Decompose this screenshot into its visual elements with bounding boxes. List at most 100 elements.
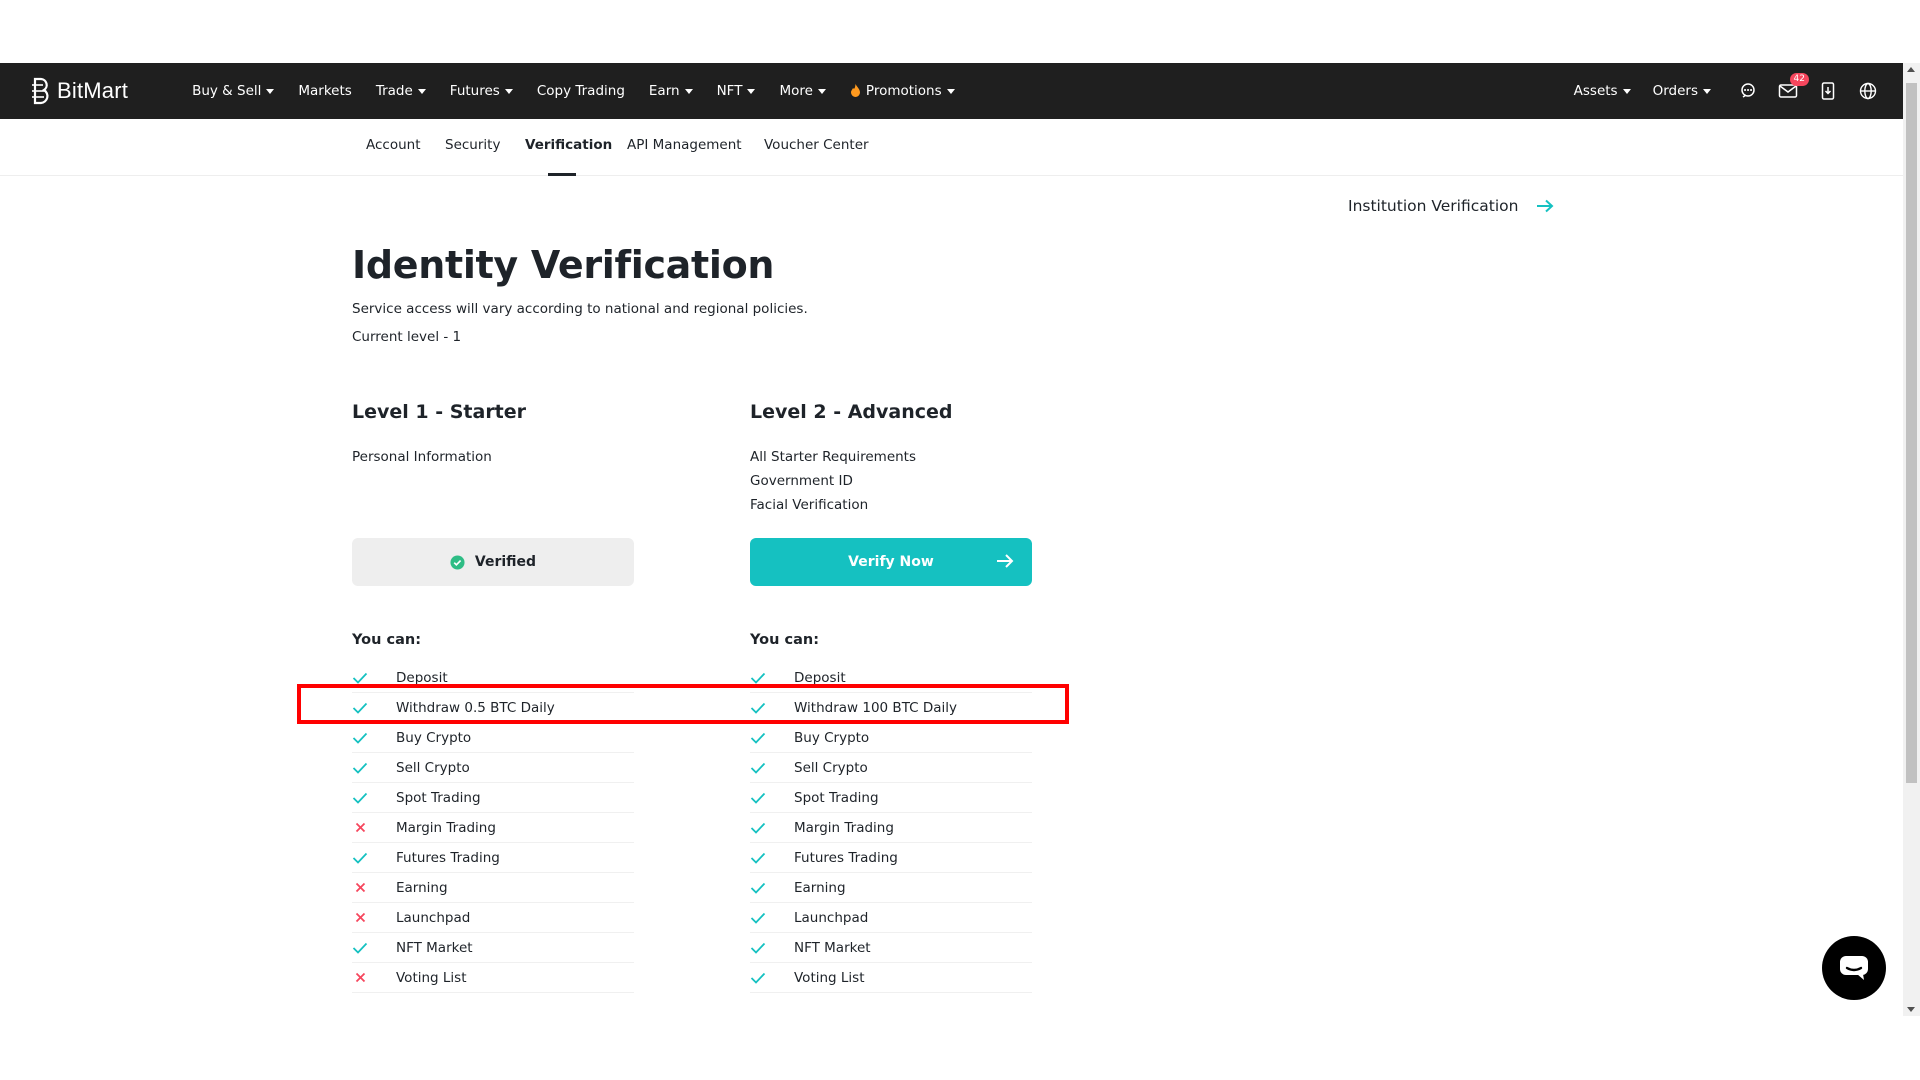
tab-security[interactable]: Security (445, 137, 500, 153)
browser-top-area (0, 0, 1920, 63)
scroll-down-icon[interactable] (1907, 1007, 1915, 1012)
current-level: Current level - 1 (352, 329, 462, 345)
check-circle-icon (450, 554, 465, 570)
navbar-right: Assets Orders 42 (1574, 63, 1879, 119)
chat-icon (1840, 956, 1868, 980)
feature-label: NFT Market (396, 939, 473, 956)
requirement-item: Facial Verification (750, 497, 869, 513)
nav-label: More (779, 83, 813, 99)
chevron-down-icon (504, 89, 513, 94)
main-nav: Buy & Sell Markets Trade Futures Copy Tr… (192, 83, 979, 99)
browser-bottom-area (0, 1016, 1920, 1080)
feature-row: Earning (750, 873, 1032, 903)
feature-row: Spot Trading (750, 783, 1032, 813)
support-icon[interactable] (1737, 80, 1759, 102)
nav-more[interactable]: More (779, 83, 826, 99)
chat-support-button[interactable] (1822, 936, 1886, 1000)
check-icon (750, 820, 766, 836)
level-title: Level 2 - Advanced (750, 401, 953, 423)
feature-label: Futures Trading (396, 849, 500, 866)
feature-label: Margin Trading (794, 819, 894, 836)
messages-badge: 42 (1789, 73, 1809, 86)
scroll-thumb[interactable] (1906, 83, 1917, 783)
nav-label: Copy Trading (536, 83, 625, 99)
nav-label: Orders (1652, 83, 1698, 99)
feature-label: Buy Crypto (396, 729, 472, 746)
feature-row: Buy Crypto (750, 723, 1032, 753)
you-can-heading: You can: (352, 632, 422, 648)
cross-icon (352, 880, 368, 896)
page-scrollbar[interactable] (1903, 63, 1920, 1016)
download-app-icon[interactable] (1817, 80, 1839, 102)
globe-icon[interactable] (1857, 80, 1879, 102)
tab-voucher-center[interactable]: Voucher Center (764, 137, 869, 153)
nav-assets[interactable]: Assets (1574, 83, 1631, 99)
tab-account[interactable]: Account (366, 137, 421, 153)
chevron-down-icon (1703, 89, 1711, 94)
institution-verification-link[interactable]: Institution Verification (1348, 197, 1554, 215)
check-icon (750, 850, 766, 866)
feature-label: NFT Market (794, 939, 871, 956)
feature-label: Earning (794, 879, 846, 896)
chevron-down-icon (684, 89, 693, 94)
nav-earn[interactable]: Earn (649, 83, 693, 99)
nav-label: NFT (716, 83, 743, 99)
nav-promotions[interactable]: Promotions (850, 83, 955, 99)
cross-icon (352, 970, 368, 986)
verified-button: Verified (352, 538, 634, 586)
check-icon (352, 940, 368, 956)
withdraw-highlight-box (297, 684, 1069, 724)
feature-row: Launchpad (750, 903, 1032, 933)
feature-row: NFT Market (750, 933, 1032, 963)
feature-label: Spot Trading (396, 789, 481, 806)
verify-now-label: Verify Now (848, 554, 934, 570)
feature-label: Buy Crypto (794, 729, 870, 746)
feature-label: Earning (396, 879, 448, 896)
nav-label: Buy & Sell (192, 83, 262, 99)
nav-copy-trading[interactable]: Copy Trading (537, 83, 625, 99)
nav-label: Trade (375, 83, 413, 99)
scroll-up-icon[interactable] (1907, 67, 1915, 72)
nav-futures[interactable]: Futures (450, 83, 513, 99)
feature-label: Voting List (396, 969, 467, 986)
tab-api-management[interactable]: API Management (627, 137, 742, 153)
chevron-down-icon (417, 89, 426, 94)
feature-label: Spot Trading (794, 789, 879, 806)
page-subtitle: Service access will vary according to na… (352, 301, 808, 317)
feature-label: Futures Trading (794, 849, 898, 866)
requirement-item: All Starter Requirements (750, 449, 917, 465)
bitmart-logo-icon (32, 77, 49, 105)
verify-now-button[interactable]: Verify Now (750, 538, 1032, 586)
nav-nft[interactable]: NFT (717, 83, 756, 99)
tab-verification[interactable]: Verification (525, 137, 612, 153)
check-icon (352, 760, 368, 776)
check-icon (750, 970, 766, 986)
feature-row: Earning (352, 873, 634, 903)
feature-row: Futures Trading (750, 843, 1032, 873)
level-1-column: Level 1 - Starter Personal Information V… (352, 401, 634, 993)
nav-label: Assets (1573, 83, 1618, 99)
cross-icon (352, 910, 368, 926)
requirements-list: Personal Information (352, 445, 634, 538)
feature-label: Launchpad (396, 909, 471, 926)
chevron-down-icon (817, 89, 826, 94)
feature-label: Voting List (794, 969, 865, 986)
nav-markets[interactable]: Markets (298, 83, 351, 99)
nav-label: Markets (298, 83, 352, 99)
chevron-down-icon (747, 89, 756, 94)
brand-logo[interactable]: BitMart (29, 77, 128, 105)
requirements-list: All Starter Requirements Government ID F… (750, 445, 1032, 538)
feature-row: NFT Market (352, 933, 634, 963)
check-icon (750, 940, 766, 956)
nav-orders[interactable]: Orders (1653, 83, 1711, 99)
flame-icon (850, 84, 860, 97)
check-icon (352, 850, 368, 866)
mail-icon[interactable]: 42 (1777, 73, 1809, 102)
institution-verification-label: Institution Verification (1348, 197, 1519, 215)
cross-icon (352, 820, 368, 836)
nav-buy-sell[interactable]: Buy & Sell (192, 83, 275, 99)
feature-row: Launchpad (352, 903, 634, 933)
brand-name: BitMart (57, 78, 129, 103)
check-icon (750, 730, 766, 746)
nav-trade[interactable]: Trade (376, 83, 426, 99)
